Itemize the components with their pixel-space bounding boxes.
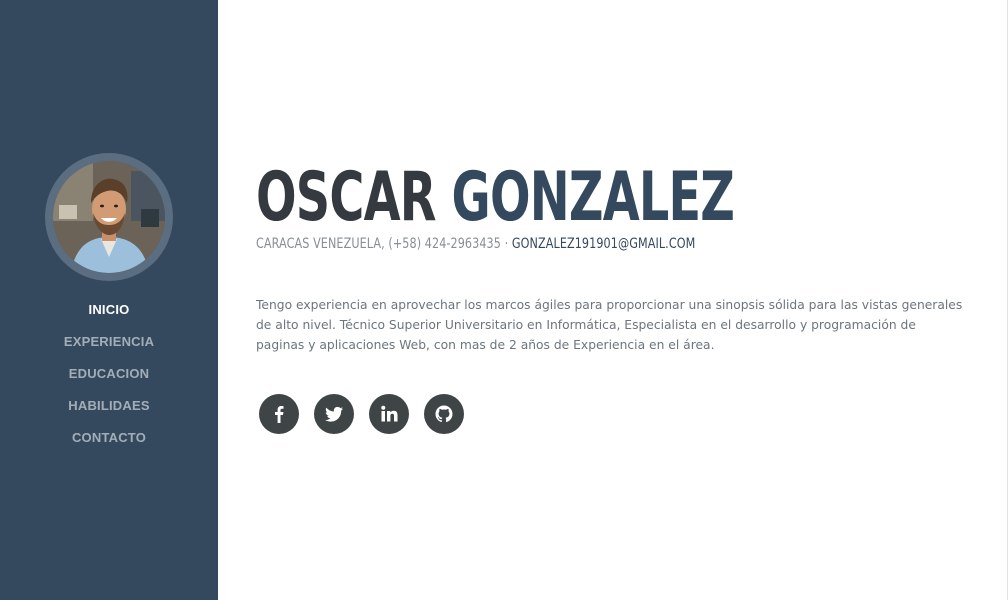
profile-name: OSCAR GONZALEZ	[256, 162, 735, 234]
profile-last-name: GONZALEZ	[451, 158, 735, 237]
social-links	[259, 394, 464, 434]
profile-first-name: OSCAR	[256, 158, 437, 237]
github-icon	[435, 405, 453, 423]
profile-bio: Tengo experiencia en aprovechar los marc…	[256, 298, 963, 352]
nav-item-experiencia[interactable]: EXPERIENCIA	[0, 332, 218, 364]
facebook-button[interactable]	[259, 394, 299, 434]
profile-contact-line: CARACAS VENEZUELA, (+58) 424-2963435 · G…	[256, 236, 695, 252]
twitter-button[interactable]	[314, 394, 354, 434]
profile-location-phone: CARACAS VENEZUELA, (+58) 424-2963435 ·	[256, 236, 512, 252]
linkedin-icon	[381, 405, 398, 422]
profile-avatar	[53, 161, 165, 273]
profile-avatar-ring	[45, 153, 173, 281]
profile-email-link[interactable]: GONZALEZ191901@GMAIL.COM	[512, 236, 695, 252]
linkedin-button[interactable]	[369, 394, 409, 434]
nav-item-habilidaes[interactable]: HABILIDAES	[0, 396, 218, 428]
nav-item-inicio[interactable]: INICIO	[0, 300, 218, 332]
sidebar-nav: INICIO EXPERIENCIA EDUCACION HABILIDAES …	[0, 300, 218, 460]
main-content: OSCAR GONZALEZ CARACAS VENEZUELA, (+58) …	[218, 0, 1008, 600]
nav-item-educacion[interactable]: EDUCACION	[0, 364, 218, 396]
facebook-icon	[275, 406, 284, 423]
twitter-icon	[325, 406, 343, 422]
profile-photo	[53, 161, 165, 273]
sidebar: INICIO EXPERIENCIA EDUCACION HABILIDAES …	[0, 0, 218, 600]
github-button[interactable]	[424, 394, 464, 434]
nav-item-contacto[interactable]: CONTACTO	[0, 428, 218, 460]
